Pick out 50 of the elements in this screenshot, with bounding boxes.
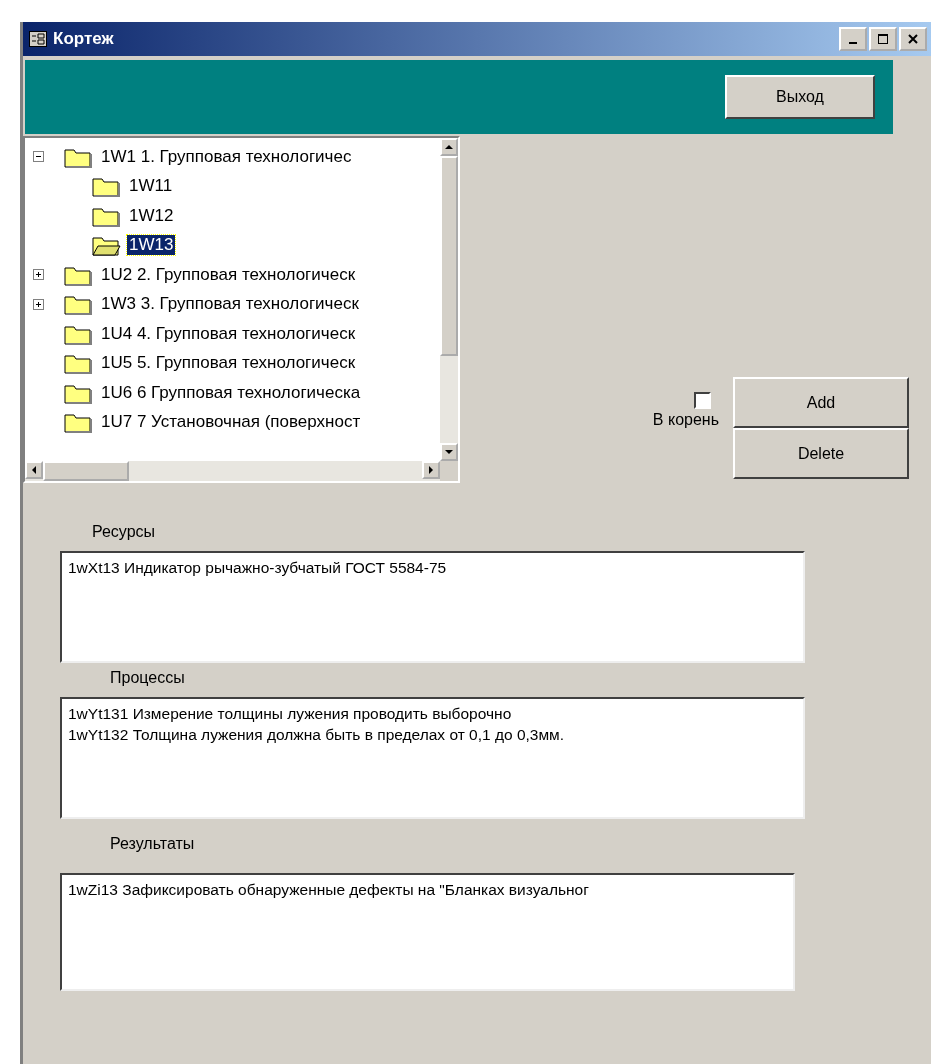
folder-icon	[63, 293, 93, 316]
up-arrow-icon	[445, 143, 453, 151]
scroll-thumb[interactable]	[43, 461, 129, 481]
minimize-icon	[849, 42, 857, 44]
horizontal-scrollbar[interactable]	[25, 461, 440, 481]
down-arrow-icon	[445, 448, 453, 456]
text-field[interactable]: 1wZi13 Зафиксировать обнаруженные дефекты на "Бланках визуальног	[60, 873, 795, 991]
section-label: Результаты	[110, 835, 195, 853]
tree-item[interactable]: 1U4 4. Групповая технологическ	[99, 323, 358, 344]
tree-item[interactable]: 1W13	[127, 235, 176, 256]
window-title: Кортеж	[53, 29, 115, 49]
scrollbar-corner	[440, 461, 458, 481]
add-button[interactable]: Add	[733, 377, 909, 428]
collapse-icon[interactable]	[33, 151, 44, 163]
checkbox[interactable]	[694, 392, 711, 409]
open-folder-icon	[91, 234, 121, 257]
tree-item[interactable]: 1U7 7 Установочная (поверхност	[99, 412, 363, 433]
scroll-right-button[interactable]	[422, 461, 440, 479]
folder-icon	[63, 352, 93, 375]
close-icon	[907, 33, 919, 45]
folder-icon	[63, 411, 93, 434]
expand-icon[interactable]	[33, 298, 44, 310]
folder-icon	[91, 175, 121, 198]
text-field[interactable]: 1wYt131 Измерение толщины лужения проводить выборочно 1wYt132 Толщина лужения должна быть в пределах от 0,1 до 0,3мм.	[60, 697, 805, 819]
close-button[interactable]	[899, 27, 927, 51]
tree-item[interactable]: 1W1 1. Групповая технологичес	[99, 146, 354, 167]
right-arrow-icon	[427, 466, 435, 474]
tree-item[interactable]: 1W3 3. Групповая технологическ	[99, 294, 361, 315]
tree-item[interactable]: 1U5 5. Групповая технологическ	[99, 353, 358, 374]
expand-icon[interactable]	[33, 269, 44, 281]
left-arrow-icon	[30, 466, 38, 474]
exit-button[interactable]: Выход	[725, 75, 875, 119]
maximize-button[interactable]	[869, 27, 897, 51]
checkbox-label: В корень	[652, 411, 719, 429]
window-icon	[29, 31, 47, 47]
vertical-scrollbar[interactable]	[440, 138, 458, 461]
scroll-thumb[interactable]	[440, 156, 458, 356]
maximize-icon	[877, 33, 889, 45]
scroll-down-button[interactable]	[440, 443, 458, 461]
tree-item[interactable]: 1U2 2. Групповая технологическ	[99, 264, 358, 285]
tree-item[interactable]: 1U6 6 Групповая технологическа	[99, 382, 363, 403]
tree-item[interactable]: 1W11	[127, 176, 175, 197]
minimize-button[interactable]	[839, 27, 867, 51]
text-field[interactable]: 1wXt13 Индикатор рычажно-зубчатый ГОСТ 5584-75	[60, 551, 805, 663]
tree-item[interactable]: 1W12	[127, 205, 176, 226]
delete-button[interactable]: Delete	[733, 428, 909, 479]
scroll-left-button[interactable]	[25, 461, 43, 479]
section-label: Процессы	[110, 669, 185, 687]
section-label: Ресурсы	[92, 523, 156, 541]
scroll-up-button[interactable]	[440, 138, 458, 156]
